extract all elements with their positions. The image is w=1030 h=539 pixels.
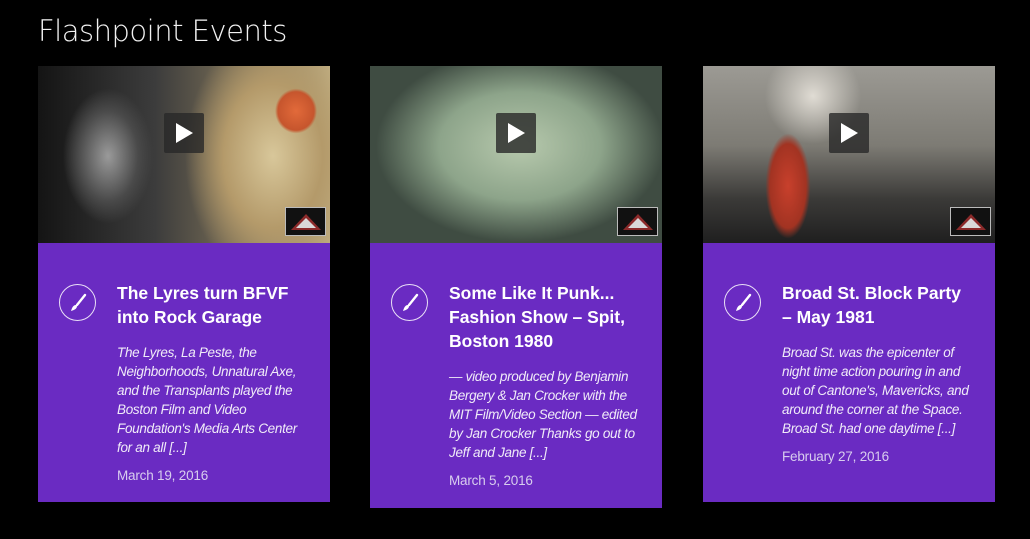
card-body: The Lyres turn BFVF into Rock Garage The… [38, 243, 330, 502]
paintbrush-icon [391, 284, 428, 321]
card-body: Some Like It Punk... Fashion Show – Spit… [370, 243, 662, 508]
card-excerpt: — video produced by Benjamin Bergery & J… [449, 369, 637, 460]
event-card: The Lyres turn BFVF into Rock Garage The… [38, 66, 330, 502]
video-thumbnail[interactable] [38, 66, 330, 243]
card-date: March 19, 2016 [117, 468, 209, 483]
card-title[interactable]: Some Like It Punk... Fashion Show – Spit… [449, 281, 640, 353]
card-body: Broad St. Block Party – May 1981 Broad S… [703, 243, 995, 502]
flashpoint-logo-icon [285, 207, 326, 236]
paintbrush-icon [59, 284, 96, 321]
video-thumbnail[interactable] [370, 66, 662, 243]
card-title[interactable]: The Lyres turn BFVF into Rock Garage [117, 281, 308, 329]
card-title[interactable]: Broad St. Block Party – May 1981 [782, 281, 973, 329]
card-date: February 27, 2016 [782, 449, 889, 464]
video-thumbnail[interactable] [703, 66, 995, 243]
card-excerpt: The Lyres, La Peste, the Neighborhoods, … [117, 345, 297, 455]
flashpoint-logo-icon [950, 207, 991, 236]
event-card: Broad St. Block Party – May 1981 Broad S… [703, 66, 995, 502]
play-icon[interactable] [496, 113, 536, 153]
flashpoint-logo-icon [617, 207, 658, 236]
event-card: Some Like It Punk... Fashion Show – Spit… [370, 66, 662, 508]
play-icon[interactable] [164, 113, 204, 153]
card-date: March 5, 2016 [449, 473, 533, 488]
play-icon[interactable] [829, 113, 869, 153]
paintbrush-icon [724, 284, 761, 321]
card-excerpt: Broad St. was the epicenter of night tim… [782, 345, 969, 436]
section-title: Flashpoint Events [38, 14, 287, 48]
